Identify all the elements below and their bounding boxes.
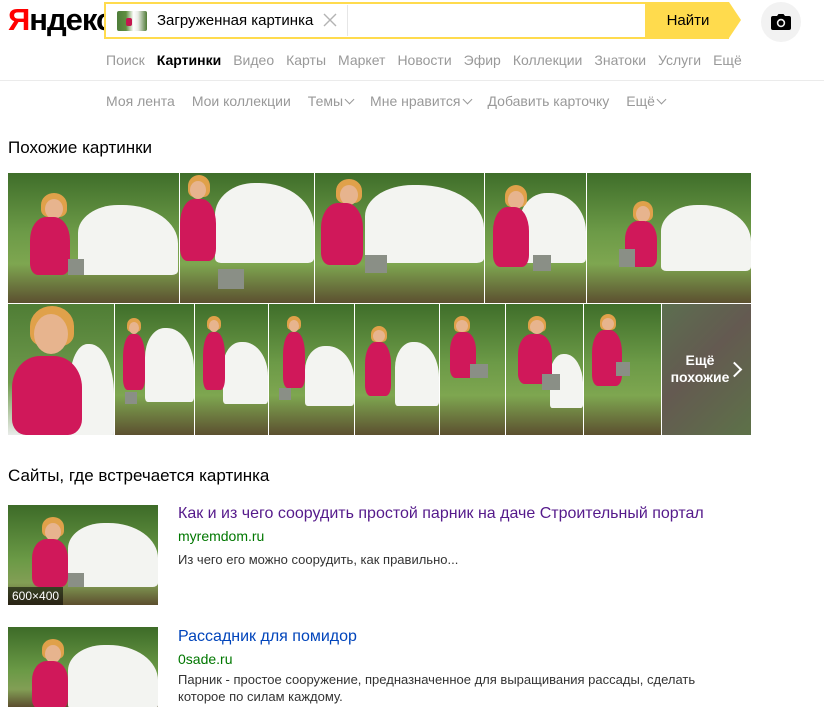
similar-image[interactable]	[355, 304, 439, 435]
chevron-down-icon	[462, 94, 472, 104]
similar-image[interactable]	[115, 304, 194, 435]
close-icon[interactable]	[321, 11, 339, 29]
tab-market[interactable]: Маркет	[338, 52, 385, 70]
camera-icon	[771, 14, 791, 30]
similar-image[interactable]	[587, 173, 751, 303]
similar-image[interactable]	[8, 304, 114, 435]
more-similar-button[interactable]: Ещё похожие	[662, 304, 751, 435]
tab-efir[interactable]: Эфир	[464, 52, 501, 70]
result-host-link[interactable]: myremdom.ru	[178, 528, 264, 544]
similar-image[interactable]	[8, 173, 179, 303]
similar-images-title: Похожие картинки	[8, 138, 153, 157]
uploaded-image-chip[interactable]: Загруженная картинка	[107, 5, 348, 36]
search-box[interactable]: Загруженная картинка	[104, 2, 647, 39]
result-title-link[interactable]: Рассадник для помидор	[178, 628, 357, 646]
result-thumbnail[interactable]	[8, 627, 158, 707]
nav-divider	[0, 80, 824, 81]
uploaded-image-thumbnail	[117, 10, 147, 31]
similar-images-gallery: Ещё похожие	[8, 173, 751, 435]
tab-experts[interactable]: Знатоки	[594, 52, 646, 70]
result-snippet: Из чего его можно соорудить, как правиль…	[178, 552, 459, 567]
similar-image[interactable]	[180, 173, 314, 303]
tab-images[interactable]: Картинки	[157, 52, 221, 70]
result-host-link[interactable]: 0sade.ru	[178, 651, 232, 667]
similar-image[interactable]	[506, 304, 583, 435]
subnav-add-card[interactable]: Добавить карточку	[488, 93, 610, 109]
similar-image[interactable]	[584, 304, 661, 435]
similar-image[interactable]	[269, 304, 354, 435]
tab-news[interactable]: Новости	[397, 52, 451, 70]
uploaded-image-label: Загруженная картинка	[157, 12, 314, 29]
subnav-my-feed[interactable]: Моя лента	[106, 93, 175, 109]
subnav-more[interactable]: Ещё	[626, 93, 667, 109]
similar-image[interactable]	[485, 173, 586, 303]
tab-more[interactable]: Ещё	[713, 52, 742, 70]
sites-title: Сайты, где встречается картинка	[8, 466, 270, 485]
tab-collections[interactable]: Коллекции	[513, 52, 583, 70]
chevron-down-icon	[344, 94, 355, 104]
search-button[interactable]: Найти	[647, 2, 729, 39]
yandex-logo[interactable]: Яндекс	[8, 2, 113, 38]
image-size-badge: 600×400	[8, 587, 64, 605]
tab-search[interactable]: Поиск	[106, 52, 145, 70]
tab-maps[interactable]: Карты	[286, 52, 326, 70]
result-thumbnail[interactable]: 600×400	[8, 505, 158, 605]
result-title-link[interactable]: Как и из чего соорудить простой парник н…	[178, 505, 704, 523]
site-result: 600×400 Как и из чего соорудить простой …	[8, 505, 808, 605]
search-button-arrow	[729, 2, 741, 38]
service-tabs: Поиск Картинки Видео Карты Маркет Новост…	[106, 52, 754, 70]
tab-services[interactable]: Услуги	[658, 52, 701, 70]
similar-image[interactable]	[195, 304, 268, 435]
chevron-down-icon	[656, 94, 667, 104]
subnav-themes[interactable]: Темы	[308, 93, 355, 109]
site-result: Рассадник для помидор 0sade.ru Парник - …	[8, 627, 808, 707]
subnav-my-collections[interactable]: Мои коллекции	[192, 93, 291, 109]
image-search-button[interactable]	[761, 2, 801, 42]
tab-video[interactable]: Видео	[233, 52, 274, 70]
result-snippet: Парник - простое сооружение, предназначе…	[178, 672, 696, 704]
similar-image[interactable]	[315, 173, 484, 303]
subnav-likes[interactable]: Мне нравится	[370, 93, 472, 109]
similar-image[interactable]	[440, 304, 505, 435]
images-subnav: Моя лента Мои коллекции Темы Мне нравитс…	[106, 93, 682, 109]
